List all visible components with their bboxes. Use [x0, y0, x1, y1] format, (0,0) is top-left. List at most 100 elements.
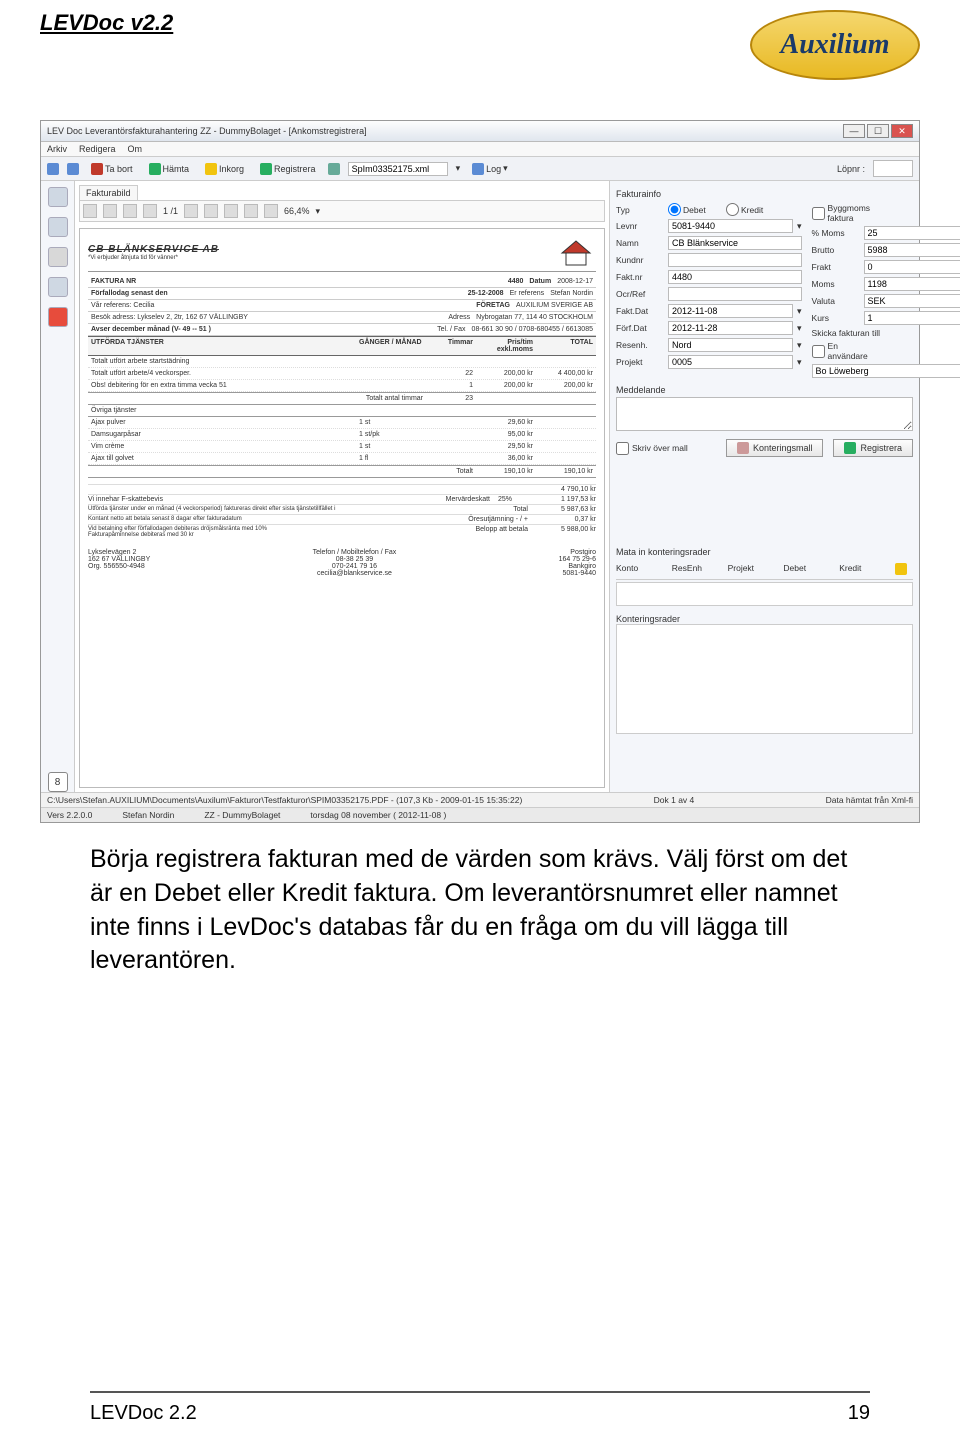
- rail-list-icon[interactable]: [48, 217, 68, 237]
- mervarde-pct: 25%: [498, 496, 528, 503]
- menu-arkiv[interactable]: Arkiv: [47, 144, 67, 154]
- zoomin-icon[interactable]: [224, 204, 238, 218]
- close-button[interactable]: ✕: [891, 124, 913, 138]
- delete-icon: [91, 163, 103, 175]
- ovriga-qty: 1 st: [356, 417, 426, 428]
- debet-radio[interactable]: Debet: [668, 203, 716, 216]
- maximize-button[interactable]: ☐: [867, 124, 889, 138]
- foretag-label: FÖRETAG: [473, 301, 513, 310]
- log-icon: [472, 163, 484, 175]
- zoomout-icon[interactable]: [204, 204, 218, 218]
- status-vers: Vers 2.2.0.0: [47, 810, 92, 820]
- rail-alert-icon[interactable]: [48, 307, 68, 327]
- pmoms-label: % Moms: [812, 228, 860, 238]
- print-icon[interactable]: [83, 204, 97, 218]
- belopp-value: 5 988,00 kr: [536, 526, 596, 538]
- valuta-input[interactable]: [864, 294, 960, 308]
- telfax-label: Tel. / Fax: [434, 325, 468, 334]
- foot-addr1: Lykselevägen 2: [88, 549, 150, 556]
- namn-label: Namn: [616, 238, 664, 248]
- minimize-button[interactable]: —: [843, 124, 865, 138]
- telfax-value: 08-661 30 90 / 0708-680455 / 6613085: [469, 325, 596, 334]
- levnr-label: Levnr: [616, 221, 664, 231]
- mervarde-value: 1 197,53 kr: [536, 496, 596, 503]
- col-projekt: Projekt: [728, 563, 784, 577]
- levnr-input[interactable]: [668, 219, 793, 233]
- varref-label: Vår referens: Cecilia: [88, 301, 473, 310]
- fetch-icon: [149, 163, 161, 175]
- up-icon[interactable]: [123, 204, 137, 218]
- tabort-button[interactable]: Ta bort: [87, 161, 137, 177]
- skriv-checkbox[interactable]: Skriv över mall: [616, 442, 688, 455]
- add-row-icon[interactable]: [895, 563, 907, 575]
- konteringsmall-button[interactable]: Konteringsmall: [726, 439, 824, 457]
- foot-bankgiro-label: Bankgiro: [559, 563, 596, 570]
- auxilium-logo: Auxilium: [750, 10, 920, 80]
- save-icon[interactable]: [103, 204, 117, 218]
- ores-label: Öresutjämning - / +: [468, 516, 528, 523]
- ovriga-pris: 36,00 kr: [476, 453, 536, 464]
- fakturainfo-header: Fakturainfo: [616, 189, 913, 199]
- fakturabild-tab[interactable]: Fakturabild: [79, 185, 138, 200]
- adress-label: Adress: [445, 313, 473, 322]
- meddelande-input[interactable]: [616, 397, 913, 431]
- resenh-label: Resenh.: [616, 340, 664, 350]
- namn-input[interactable]: [668, 236, 802, 250]
- rotate-r-icon[interactable]: [264, 204, 278, 218]
- pmoms-input[interactable]: [864, 226, 960, 240]
- invoice-document: CB BLÄNKSERVICE AB *Vi erbjuder åtnjuta …: [79, 228, 605, 788]
- inkorg-button[interactable]: Inkorg: [201, 161, 248, 177]
- frakt-input[interactable]: [864, 260, 960, 274]
- nav-prev-icon[interactable]: [47, 163, 59, 175]
- zoom-value[interactable]: 66,4%: [284, 206, 310, 216]
- faktdat-input[interactable]: [668, 304, 793, 318]
- valuta-label: Valuta: [812, 296, 860, 306]
- ovriga-pris: 29,60 kr: [476, 417, 536, 428]
- byggmoms-checkbox[interactable]: Byggmoms faktura: [812, 203, 860, 223]
- faktnr-input[interactable]: [668, 270, 802, 284]
- brutto-input[interactable]: [864, 243, 960, 257]
- adress-value: Nybrogatan 77, 114 40 STOCKHOLM: [473, 313, 596, 322]
- tot-tim-value: 23: [426, 393, 476, 404]
- window-titlebar: LEV Doc Leverantörsfakturahantering ZZ -…: [41, 121, 919, 142]
- cursor-icon[interactable]: [184, 204, 198, 218]
- menu-redigera[interactable]: Redigera: [79, 144, 116, 154]
- col-pris: Pris/tim exkl.moms: [476, 337, 536, 355]
- registrera-button[interactable]: Registrera: [256, 161, 320, 177]
- erref-value: Stefan Nordin: [547, 289, 596, 298]
- ocr-input[interactable]: [668, 287, 802, 301]
- enanv-checkbox[interactable]: En användare: [812, 341, 860, 361]
- kundnr-input[interactable]: [668, 253, 802, 267]
- kredit-radio[interactable]: Kredit: [726, 203, 774, 216]
- line-desc: Totalt utfört arbete/4 veckorsper.: [88, 368, 356, 379]
- konteringsrader-body[interactable]: [616, 624, 913, 734]
- menu-om[interactable]: Om: [128, 144, 143, 154]
- rail-calendar-icon[interactable]: 8: [48, 772, 68, 792]
- info-pane: Fakturainfo Typ Debet Kredit Levnr▾ Namn…: [609, 181, 919, 792]
- forfdat-input[interactable]: [668, 321, 793, 335]
- kontering-grid-body[interactable]: [616, 582, 913, 606]
- attestant-input[interactable]: [812, 364, 960, 378]
- rail-doc-icon[interactable]: [48, 187, 68, 207]
- col-konto: Konto: [616, 563, 672, 577]
- rotate-l-icon[interactable]: [244, 204, 258, 218]
- lopnr-input[interactable]: [873, 160, 913, 177]
- resenh-input[interactable]: [668, 338, 793, 352]
- netto-note: Kontant netto att betala senast 8 dagar …: [88, 516, 460, 523]
- kurs-input[interactable]: [864, 311, 960, 325]
- nav-next-icon[interactable]: [67, 163, 79, 175]
- log-button[interactable]: Log▾: [468, 161, 512, 177]
- projekt-input[interactable]: [668, 355, 793, 369]
- down-icon[interactable]: [143, 204, 157, 218]
- hamta-button[interactable]: Hämta: [145, 161, 194, 177]
- line-desc: Obs! debitering för en extra timma vecka…: [88, 380, 356, 391]
- faktura-nr-label: FAKTURA NR: [88, 277, 505, 286]
- page-indicator: 1 /1: [163, 206, 178, 216]
- moms-input[interactable]: [864, 277, 960, 291]
- filename-input[interactable]: [348, 162, 448, 176]
- registrera-info-button[interactable]: Registrera: [833, 439, 913, 457]
- rail-gear-icon[interactable]: [48, 247, 68, 267]
- konteringsrader-label: Konteringsrader: [616, 614, 913, 624]
- rail-clip-icon[interactable]: [48, 277, 68, 297]
- inkorg-label: Inkorg: [219, 164, 244, 174]
